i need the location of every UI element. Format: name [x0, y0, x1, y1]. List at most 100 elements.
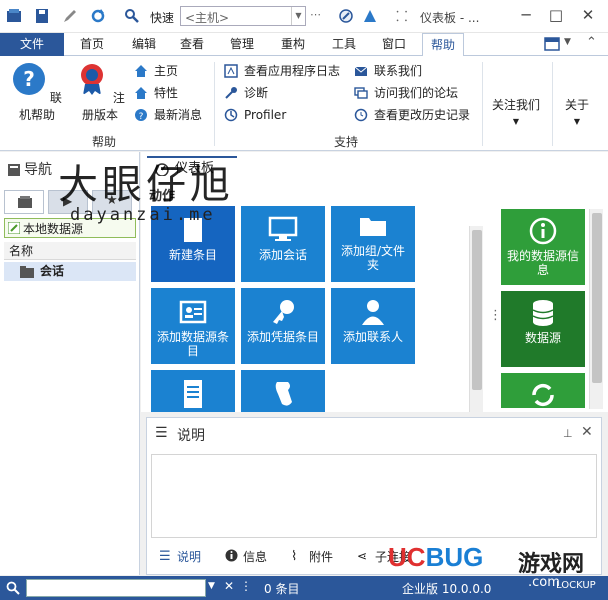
tab-attachments[interactable]: ⌇ 附件	[291, 548, 333, 565]
online-help-button[interactable]: ? 联机帮助	[8, 62, 66, 123]
column-header-name[interactable]: 名称	[4, 242, 136, 260]
menu-window[interactable]: 窗口	[374, 33, 414, 56]
clear-search-icon[interactable]: ✕	[224, 579, 234, 593]
profiler-label: Profiler	[244, 108, 287, 122]
my-datasource-info-tile[interactable]: 我的数据源信息	[501, 209, 585, 285]
search-icon[interactable]	[124, 8, 140, 24]
quick-launch-icon[interactable]	[362, 8, 378, 24]
lockup-label[interactable]: LOCKUP	[556, 580, 596, 591]
tile-label: 添加组/文件夹	[340, 244, 406, 272]
refresh-tile[interactable]	[501, 373, 585, 408]
close-button[interactable]: ✕	[576, 4, 600, 26]
app-logo-icon	[7, 9, 21, 22]
ribbon-separator	[552, 62, 553, 146]
window-title: 仪表板 - ...	[420, 11, 480, 25]
about-button[interactable]: 关于 ▼	[560, 96, 594, 127]
tile-label: 添加数据源条目	[156, 330, 229, 358]
tile-label: 添加联系人	[342, 330, 403, 344]
history-icon	[354, 108, 368, 122]
key-icon	[273, 300, 294, 324]
host-placeholder: <主机>	[185, 11, 230, 25]
scrollbar-thumb[interactable]	[472, 230, 482, 390]
description-text-area[interactable]	[151, 454, 597, 538]
tree-item-session[interactable]: 会话	[4, 262, 136, 281]
save-icon[interactable]	[34, 8, 50, 24]
session-label: 会话	[40, 264, 65, 278]
diagnose-icon	[225, 87, 237, 99]
layout-icon[interactable]	[544, 37, 560, 51]
script-icon	[275, 382, 292, 406]
pin-icon[interactable]: ⸬	[396, 7, 408, 26]
pin-icon[interactable]: ⊥	[563, 427, 573, 440]
menu-help[interactable]: 帮助	[422, 33, 465, 57]
add-datasource-entry-tile[interactable]: 添加数据源条目	[151, 288, 235, 364]
ucbug-logo-bug: BUG	[425, 542, 484, 572]
follow-us-button[interactable]: 关注我们 ▼	[490, 96, 542, 127]
menu-edit[interactable]: 编辑	[124, 33, 164, 56]
contact-label: 联系我们	[374, 64, 423, 78]
tab-description[interactable]: ☰ 说明	[159, 548, 201, 565]
tile-label: 添加会话	[258, 248, 307, 262]
ribbon: ? 联机帮助 注册版本 主页 特性 ? 最新消息 帮助 查看应用程序日志 诊断 P…	[0, 56, 608, 151]
add-contact-tile[interactable]: 添加联系人	[331, 288, 415, 364]
id-card-icon	[179, 300, 207, 324]
menu-home[interactable]: 首页	[72, 33, 112, 56]
profiler-button[interactable]: Profiler	[224, 106, 286, 124]
menu-manage[interactable]: 管理	[222, 33, 262, 56]
status-search-input[interactable]	[26, 579, 206, 597]
chevron-down-icon[interactable]: ▼	[208, 581, 215, 591]
tiles-scrollbar[interactable]	[469, 226, 483, 412]
changelog-button[interactable]: 查看更改历史记录	[354, 106, 470, 124]
ucbug-logo-domain: .com	[528, 575, 560, 590]
add-folder-tile[interactable]: 添加组/文件夹	[331, 206, 415, 282]
tab-info-label: 信息	[243, 550, 268, 564]
add-script-tile[interactable]	[241, 370, 325, 412]
refresh-icon[interactable]	[90, 8, 106, 24]
collapse-ribbon-icon[interactable]: ⌃	[586, 35, 597, 50]
menu-tools[interactable]: 工具	[324, 33, 364, 56]
monitor-icon	[268, 216, 298, 241]
menu-file[interactable]: 文件	[0, 33, 64, 56]
add-session-tile[interactable]: 添加会话	[241, 206, 325, 282]
about-label: 关于	[564, 98, 589, 112]
home-button[interactable]: 主页	[134, 62, 178, 80]
description-title: ☰ 说明	[155, 425, 205, 445]
edit-icon[interactable]	[62, 8, 78, 24]
ribbon-separator	[482, 62, 483, 146]
ucbug-logo: UCBUG	[388, 542, 483, 573]
news-label: 最新消息	[154, 108, 203, 122]
scrollbar-thumb[interactable]	[592, 213, 602, 383]
person-icon	[362, 300, 384, 325]
list-icon: ☰	[159, 549, 171, 564]
chevron-down-icon[interactable]: ▼	[291, 7, 305, 25]
question-icon: ?	[135, 109, 147, 122]
diagnose-button[interactable]: 诊断	[224, 84, 268, 102]
connect-icon[interactable]	[338, 8, 354, 24]
view-log-button[interactable]: 查看应用程序日志	[224, 62, 340, 80]
tab-datasource[interactable]	[4, 190, 44, 214]
add-document-tile[interactable]	[151, 370, 235, 412]
features-button[interactable]: 特性	[134, 84, 178, 102]
tab-info[interactable]: 信息	[225, 548, 267, 565]
close-panel-button[interactable]: ✕	[581, 424, 593, 440]
forum-button[interactable]: 访问我们的论坛	[354, 84, 458, 102]
news-button[interactable]: ? 最新消息	[134, 106, 202, 124]
search-icon[interactable]	[6, 581, 20, 595]
description-title-label: 说明	[177, 428, 205, 444]
mail-icon	[354, 66, 368, 76]
host-input[interactable]: <主机> ▼	[180, 6, 306, 26]
chevron-down-icon[interactable]: ▼	[564, 37, 571, 47]
register-button[interactable]: 注册版本	[70, 62, 130, 123]
contact-button[interactable]: 联系我们	[354, 62, 422, 80]
diagnose-label: 诊断	[244, 86, 269, 100]
add-credential-tile[interactable]: 添加凭据条目	[241, 288, 325, 364]
info-icon	[529, 217, 557, 245]
minimize-button[interactable]: ─	[514, 4, 538, 26]
document-icon	[184, 380, 202, 408]
menu-view[interactable]: 查看	[172, 33, 212, 56]
menu-refactor[interactable]: 重构	[273, 33, 313, 56]
green-tiles-scrollbar[interactable]	[589, 209, 603, 409]
datasource-tile[interactable]: 数据源	[501, 291, 585, 367]
maximize-button[interactable]: □	[544, 4, 568, 26]
more-icon[interactable]: ⋯	[310, 8, 321, 21]
